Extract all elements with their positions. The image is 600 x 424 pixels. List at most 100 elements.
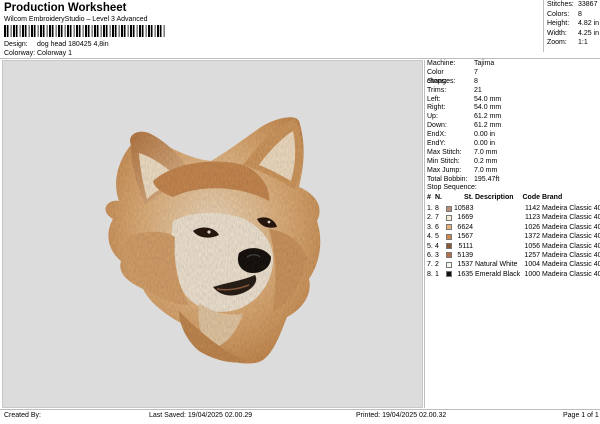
stop-brand: Madeira Classic 40 [542, 242, 600, 250]
machine-info-row: Left: 54.0 mm [425, 96, 600, 105]
stop-stitches: 5139 [457, 251, 473, 259]
stop-num: 6. [427, 251, 433, 259]
stat-label: Height: [547, 20, 570, 28]
stat-stitches: Stitches: 33867 [544, 0, 600, 10]
stop-needle: 5 [435, 233, 439, 241]
page-number: Page 1 of 1 [563, 412, 599, 419]
stop-code: 1000 [524, 270, 540, 278]
header-n: N. [435, 194, 442, 201]
machine-info-row: Max Jump: 7.0 mm [425, 167, 600, 176]
stop-brand: Madeira Classic 40 [542, 251, 600, 259]
thread-color-swatch [446, 271, 452, 278]
info-label: Stops: [427, 77, 447, 85]
stop-needle: 6 [435, 223, 439, 231]
info-value: 0.00 in [474, 140, 496, 148]
stop-num: 7. [427, 261, 433, 269]
info-value: 54.0 mm [474, 95, 502, 103]
dog-head-design [105, 117, 321, 364]
colorway-value: Colorway 1 [37, 50, 73, 57]
stop-brand: Madeira Classic 40 [542, 214, 600, 222]
last-saved: Last Saved: 19/04/2025 02.00.29 [149, 412, 253, 419]
stop-code: 1004 [524, 261, 540, 269]
info-value: 54.0 mm [474, 104, 502, 112]
stat-value: 1:1 [578, 39, 588, 47]
stop-sequence-title: Stop Sequence: [427, 184, 477, 191]
machine-info-row: Right: 54.0 mm [425, 104, 600, 113]
machine-info-row: Machine: Tajima [425, 60, 600, 69]
stat-label: Zoom: [547, 39, 567, 47]
stop-description: Natural White [475, 261, 518, 269]
info-value: 7.0 mm [474, 148, 498, 156]
stop-num: 2. [427, 214, 433, 222]
info-value: Tajima [474, 60, 495, 67]
info-label: EndY: [427, 140, 446, 148]
stop-sequence-list: 1. 8 10583 1142 Madeira Classic 40 2. 7 1669 112… [427, 204, 600, 279]
stop-num: 3. [427, 223, 433, 231]
stop-needle: 3 [435, 251, 439, 259]
stop-row: 7. 2 1537 Natural White 1004 Madeira Classic … [427, 260, 600, 269]
stop-sequence-header: # N. St. Description Code Brand [427, 194, 600, 203]
machine-info-row: Color changes: 7 [425, 68, 600, 85]
colorway-row: Colorway: Colorway 1 [4, 50, 72, 57]
info-label: Min Stitch: [427, 157, 460, 165]
stop-row: 1. 8 10583 1142 Madeira Classic 40 [427, 204, 600, 213]
stop-num: 8. [427, 270, 433, 278]
stop-stitches: 10583 [454, 205, 474, 212]
info-value: 21 [474, 86, 482, 94]
thread-color-swatch [446, 214, 452, 221]
stop-num: 4. [427, 233, 433, 241]
stop-stitches: 1669 [457, 214, 473, 222]
info-value: 61.2 mm [474, 122, 502, 130]
dog-head [105, 117, 321, 364]
thread-color-swatch [446, 233, 452, 240]
info-value: 7.0 mm [474, 166, 498, 174]
stop-needle: 1 [435, 270, 439, 278]
machine-info-row: Stops: 8 [425, 78, 600, 87]
stop-needle: 4 [435, 242, 439, 250]
info-label: Max Stitch: [427, 148, 462, 156]
stop-row: 2. 7 1669 1123 Madeira Classic 40 [427, 213, 600, 222]
machine-info-row: EndX: 0.00 in [425, 131, 600, 140]
stop-row: 5. 4 5111 1056 Madeira Classic 40 [427, 242, 600, 251]
worksheet-page: Production Worksheet Wilcom EmbroiderySt… [0, 0, 600, 424]
software-name: Wilcom EmbroideryStudio – Level 3 Advanc… [4, 16, 148, 23]
info-value: 0.2 mm [474, 157, 498, 165]
stop-brand: Madeira Classic 40 [542, 223, 600, 231]
stop-stitches: 5111 [458, 242, 473, 250]
stop-num: 5. [427, 242, 433, 250]
stop-needle: 2 [435, 261, 439, 269]
footer-divider [0, 409, 600, 410]
machine-info-row: EndY: 0.00 in [425, 140, 600, 149]
stat-width: Width: 4.25 in [544, 29, 600, 39]
design-stats: Stitches: 33867 Colors: 8 Height: 4.82 in W… [543, 0, 600, 52]
info-value: 8 [474, 77, 478, 85]
info-label: Right: [427, 104, 446, 112]
created-by: Created By: [4, 412, 41, 419]
info-value: 7 [474, 68, 478, 76]
stop-row: 6. 3 5139 1257 Madeira Classic 40 [427, 251, 600, 260]
info-label: Trims: [427, 86, 447, 94]
printed-date: Printed: 19/04/2025 02.00.32 [356, 412, 447, 419]
machine-info-row: Down: 61.2 mm [425, 122, 600, 131]
info-value: 61.2 mm [474, 113, 502, 121]
info-label: Up: [427, 113, 438, 121]
thread-color-swatch [446, 243, 452, 250]
stop-code: 1056 [524, 242, 540, 250]
colorway-label: Colorway: [4, 50, 36, 57]
info-label: Color changes: [427, 68, 456, 85]
stat-zoom: Zoom: 1:1 [544, 38, 600, 48]
machine-info-row: Min Stitch: 0.2 mm [425, 158, 600, 167]
page-title: Production Worksheet [4, 2, 127, 14]
header-description: Description [475, 194, 514, 201]
stat-value: 33867 [578, 1, 598, 8]
stop-row: 4. 5 1567 1372 Madeira Classic 40 [427, 232, 600, 241]
info-label: EndX: [427, 131, 447, 139]
stat-label: Colors: [547, 10, 570, 18]
header-st: St. [464, 194, 473, 201]
stop-description: Emerald Black [475, 270, 521, 278]
stat-colors: Colors: 8 [544, 10, 600, 20]
stop-stitches: 6624 [457, 223, 473, 231]
thread-color-swatch [446, 205, 452, 212]
header-code: Code [522, 194, 541, 201]
stop-row: 8. 1 1635 Emerald Black 1000 Madeira Classic … [427, 270, 600, 279]
